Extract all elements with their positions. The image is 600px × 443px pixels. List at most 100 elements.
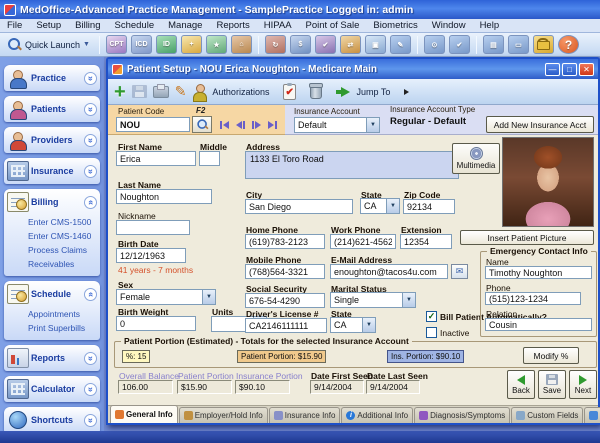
next-button[interactable]: Next <box>569 370 597 399</box>
tab-diagnosis-symptoms[interactable]: Diagnosis/Symptoms <box>414 407 510 423</box>
chevron-down-icon[interactable]: » <box>84 165 97 178</box>
bill-auto-checkbox[interactable]: ✓ <box>426 311 437 322</box>
practice-building-icon[interactable]: ⌂ <box>231 35 252 54</box>
chevron-down-icon[interactable]: » <box>84 352 97 365</box>
monitor-icon[interactable]: ▭ <box>508 35 529 54</box>
scheduler-icon[interactable]: ⊙ <box>424 35 445 54</box>
menu-schedule[interactable]: Schedule <box>108 20 162 31</box>
last-name-field[interactable] <box>116 189 212 204</box>
credentials-icon[interactable]: ★ <box>206 35 227 54</box>
chevron-down-icon[interactable]: ▼ <box>402 293 415 307</box>
tab-custom-fields[interactable]: Custom Fields <box>511 407 583 423</box>
main-titlebar[interactable]: MedOffice-Advanced Practice Management -… <box>0 0 600 19</box>
license-state-dropdown[interactable]: CA ▼ <box>330 317 376 333</box>
email-field[interactable] <box>330 264 448 279</box>
middle-field[interactable] <box>199 151 220 166</box>
menu-help[interactable]: Help <box>473 20 507 31</box>
sex-dropdown[interactable]: Female ▼ <box>116 289 216 305</box>
multimedia-button[interactable]: Multimedia <box>452 143 500 174</box>
print-button[interactable] <box>153 81 169 103</box>
audit-review-icon[interactable]: ✔ <box>449 35 470 54</box>
tab-employer-hold-info[interactable]: Employer/Hold Info <box>179 407 268 423</box>
menu-biometrics[interactable]: Biometrics <box>366 20 424 31</box>
sidebar-item-process-claims[interactable]: Process Claims <box>28 243 100 257</box>
sidebar-header-billing[interactable]: Billing » <box>4 189 100 215</box>
menu-point-of-sale[interactable]: Point of Sale <box>299 20 367 31</box>
patient-search-button[interactable] <box>192 116 212 133</box>
back-button[interactable]: Back <box>507 370 535 399</box>
birth-weight-field[interactable] <box>116 316 196 331</box>
search-icon[interactable] <box>8 38 21 51</box>
sidebar-item-appointments[interactable]: Appointments <box>28 307 100 321</box>
close-button[interactable]: ✕ <box>579 63 594 76</box>
jump-to-label[interactable]: Jump To <box>356 87 390 97</box>
restore-button[interactable]: □ <box>562 63 577 76</box>
prescriptions-icon[interactable]: + <box>181 35 202 54</box>
save-record-button[interactable]: Save <box>538 370 566 399</box>
edit-button[interactable]: ✎ <box>175 81 187 103</box>
menu-file[interactable]: File <box>0 20 29 31</box>
insert-patient-picture-button[interactable]: Insert Patient Picture <box>460 230 594 245</box>
jump-to-expand-icon[interactable] <box>404 89 409 95</box>
work-phone-field[interactable] <box>330 234 396 249</box>
address-field[interactable]: 1133 El Toro Road <box>245 151 459 179</box>
sidebar-header-patients[interactable]: Patients » <box>4 96 100 122</box>
sidebar-header-providers[interactable]: Providers » <box>4 127 100 153</box>
sidebar-header-reports[interactable]: Reports » <box>4 345 100 371</box>
statements-icon[interactable]: ▣ <box>365 35 386 54</box>
state-dropdown[interactable]: CA ▼ <box>360 198 400 214</box>
patient-setup-titlebar[interactable]: Patient Setup - NOU Erica Noughton - Med… <box>108 59 598 79</box>
employee-records-icon[interactable]: ✎ <box>390 35 411 54</box>
icd-codes-icon[interactable]: ICD <box>131 35 152 54</box>
minimize-button[interactable]: — <box>545 63 560 76</box>
sidebar-header-shortcuts[interactable]: Shortcuts » <box>4 407 100 433</box>
menu-billing[interactable]: Billing <box>68 20 107 31</box>
chevron-up-icon[interactable]: » <box>84 196 97 209</box>
tab-appointments[interactable]: Appointments <box>584 407 600 423</box>
quick-launch-label[interactable]: Quick Launch <box>25 40 80 50</box>
home-phone-field[interactable] <box>245 234 325 249</box>
menu-reports[interactable]: Reports <box>209 20 256 31</box>
save-button[interactable] <box>132 81 147 103</box>
add-new-insurance-button[interactable]: Add New Insurance Acct <box>486 116 594 133</box>
chevron-down-icon[interactable]: » <box>84 414 97 427</box>
charges-icon[interactable]: $ <box>290 35 311 54</box>
email-button[interactable]: ✉ <box>451 264 468 279</box>
insurance-account-dropdown[interactable]: Default ▼ <box>294 117 380 133</box>
security-lock-icon[interactable] <box>533 35 554 54</box>
sidebar-item-enter-cms-1500[interactable]: Enter CMS-1500 <box>28 215 100 229</box>
next-record-button[interactable] <box>252 121 261 129</box>
claims-review-icon[interactable]: ✔ <box>315 35 336 54</box>
emergency-name-field[interactable] <box>485 266 592 279</box>
sidebar-header-calculator[interactable]: Calculator » <box>4 376 100 402</box>
menu-setup[interactable]: Setup <box>29 20 68 31</box>
help-icon[interactable]: ? <box>558 35 579 54</box>
graphs-icon[interactable]: ▤ <box>483 35 504 54</box>
nickname-field[interactable] <box>116 220 190 235</box>
drivers-license-field[interactable] <box>245 318 327 333</box>
menu-manage[interactable]: Manage <box>161 20 209 31</box>
birth-date-field[interactable] <box>116 248 186 263</box>
sidebar-item-enter-cms-1460[interactable]: Enter CMS-1460 <box>28 229 100 243</box>
mobile-phone-field[interactable] <box>245 264 325 279</box>
zip-code-field[interactable] <box>403 199 455 214</box>
authorizations-button[interactable] <box>192 81 206 103</box>
previous-record-button[interactable] <box>236 121 245 129</box>
data-transfer-icon[interactable]: ↻ <box>265 35 286 54</box>
chevron-down-icon[interactable]: » <box>84 103 97 116</box>
modify-percent-button[interactable]: Modify % <box>523 347 579 364</box>
extension-field[interactable] <box>400 234 452 249</box>
chevron-down-icon[interactable]: » <box>84 383 97 396</box>
sidebar-header-practice[interactable]: Practice » <box>4 65 100 91</box>
tab-additional-info[interactable]: iAdditional Info <box>341 407 413 423</box>
chevron-up-icon[interactable]: » <box>84 288 97 301</box>
chevron-down-icon[interactable]: » <box>84 134 97 147</box>
sidebar-item-print-superbills[interactable]: Print Superbills <box>28 321 100 335</box>
chevron-down-icon[interactable]: ▼ <box>366 118 379 132</box>
tab-insurance-info[interactable]: Insurance Info <box>269 407 341 423</box>
patient-transfer-icon[interactable]: ⇄ <box>340 35 361 54</box>
emergency-relation-field[interactable] <box>485 318 592 331</box>
inactive-checkbox[interactable] <box>426 327 437 338</box>
chevron-down-icon[interactable]: ▼ <box>362 318 375 332</box>
sidebar-header-schedule[interactable]: Schedule » <box>4 281 100 307</box>
